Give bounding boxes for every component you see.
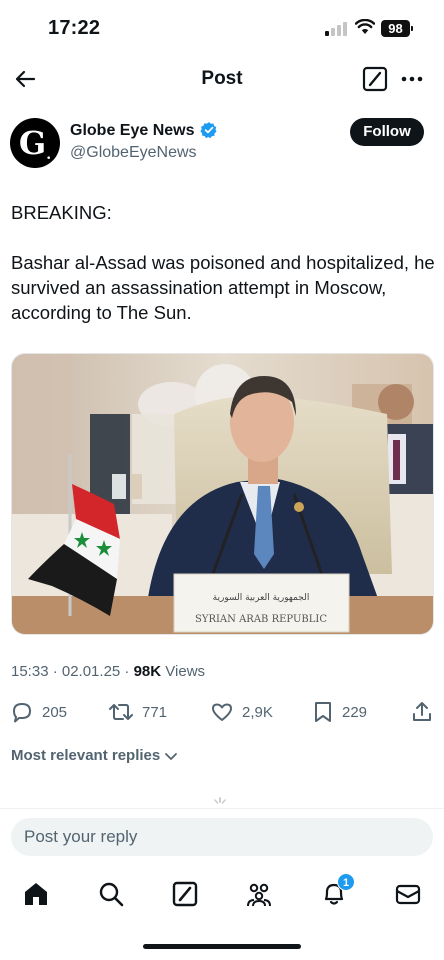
nameplate-english-text: SYRIAN ARAB REPUBLIC xyxy=(195,614,327,625)
grok-icon[interactable] xyxy=(362,66,388,92)
bookmark-button[interactable]: 229 xyxy=(312,698,367,726)
notifications-badge: 1 xyxy=(337,873,355,891)
bookmark-count: 229 xyxy=(342,703,368,721)
post-meta: 15:33 · 02.01.25 · 98K Views xyxy=(11,663,205,680)
battery-indicator: 98 xyxy=(381,20,413,37)
more-options-icon[interactable] xyxy=(399,66,425,92)
post-timestamp: 15:33 · 02.01.25 · xyxy=(11,663,134,680)
heart-icon xyxy=(212,703,232,721)
wifi-icon xyxy=(355,19,375,34)
cellular-signal-icon xyxy=(325,22,347,36)
photo-illustration: الجمهورية العربية السورية SYRIAN ARAB RE… xyxy=(12,354,433,634)
repost-icon xyxy=(109,704,133,720)
reply-composer[interactable] xyxy=(11,818,433,856)
share-icon xyxy=(413,702,431,721)
communities-icon[interactable] xyxy=(245,880,273,908)
share-button[interactable] xyxy=(410,698,434,726)
like-count: 2,9K xyxy=(242,703,273,721)
avatar-letter: G xyxy=(18,124,47,162)
reply-count: 205 xyxy=(42,703,68,721)
tweet-paragraph: BREAKING: xyxy=(11,202,112,223)
avatar[interactable]: G. xyxy=(10,118,60,168)
status-bar: 17:22 98 xyxy=(0,0,444,58)
verified-badge-icon xyxy=(200,122,217,139)
author-name[interactable]: Globe Eye News xyxy=(70,122,195,140)
home-indicator[interactable] xyxy=(143,944,301,949)
home-icon[interactable] xyxy=(22,880,50,908)
reply-icon xyxy=(13,703,31,723)
views-count[interactable]: 98K xyxy=(134,663,162,680)
tweet-text: BREAKING: Bashar al-Assad was poisoned a… xyxy=(11,200,436,350)
nameplate-arabic-text: الجمهورية العربية السورية xyxy=(213,593,310,603)
replies-sort-label: Most relevant replies xyxy=(11,747,161,764)
post-header: Post xyxy=(0,58,444,100)
repost-count: 771 xyxy=(142,703,168,721)
divider xyxy=(0,808,444,809)
reply-input[interactable] xyxy=(11,818,433,856)
chevron-down-icon xyxy=(165,752,178,760)
author-handle[interactable]: @GlobeEyeNews xyxy=(70,144,197,162)
like-button[interactable]: 2,9K xyxy=(210,698,273,726)
loading-spinner-icon xyxy=(214,797,226,804)
reply-button[interactable]: 205 xyxy=(10,698,67,726)
replies-sort-dropdown[interactable]: Most relevant replies xyxy=(11,747,178,764)
repost-button[interactable]: 771 xyxy=(108,698,167,726)
action-bar: 205 771 2,9K 229 xyxy=(0,698,444,726)
follow-button[interactable]: Follow xyxy=(350,118,424,146)
grok-nav-icon[interactable] xyxy=(171,880,199,908)
tweet-photo[interactable]: الجمهورية العربية السورية SYRIAN ARAB RE… xyxy=(11,353,434,635)
bookmark-icon xyxy=(315,702,331,722)
views-label: Views xyxy=(161,663,206,680)
messages-icon[interactable] xyxy=(394,880,422,908)
bottom-navigation xyxy=(0,870,444,916)
status-time: 17:22 xyxy=(48,17,101,39)
search-icon[interactable] xyxy=(97,880,125,908)
tweet-paragraph: Bashar al-Assad was poisoned and hospita… xyxy=(11,252,435,323)
